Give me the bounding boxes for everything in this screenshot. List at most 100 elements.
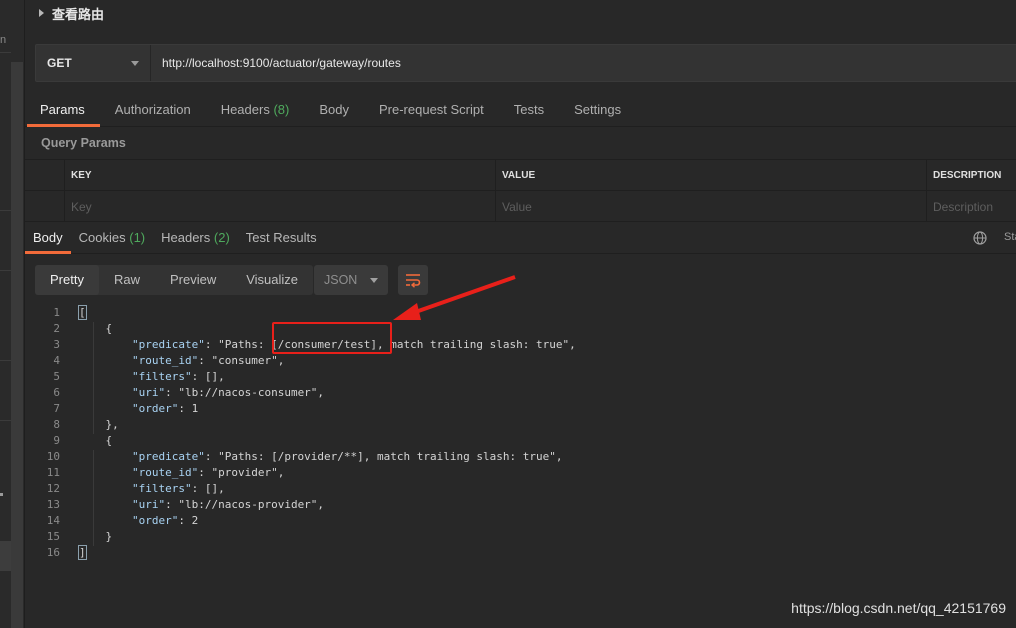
sidebar-divider [0,420,11,421]
code-line: 4 "route_id": "consumer", [25,353,1016,369]
tab-body[interactable]: Body [304,94,364,127]
line-number: 4 [53,354,60,367]
code-text: { [79,322,113,335]
tab-headers[interactable]: Headers (8) [206,94,305,127]
view-raw-button[interactable]: Raw [99,265,155,295]
line-number: 2 [53,322,60,335]
sidebar-divider [0,52,11,53]
view-pretty-button[interactable]: Pretty [35,265,99,295]
line-number: 13 [46,498,60,511]
tab-response-headers[interactable]: Headers (2) [153,222,238,254]
method-label: GET [47,56,72,70]
tab-tests[interactable]: Tests [499,94,559,127]
code-line: 12 "filters": [], [25,481,1016,497]
url-input[interactable]: http://localhost:9100/actuator/gateway/r… [151,45,1016,81]
line-number: 10 [46,450,60,463]
code-text: }, [79,418,119,431]
code-text: "predicate": "Paths: [/provider/**], mat… [131,450,563,463]
highlight-box [272,322,392,354]
code-text: "order": 1 [131,402,199,415]
description-input[interactable]: Description [927,191,1016,222]
code-line: 15 } [25,529,1016,545]
code-text: "filters": [], [131,482,225,495]
tab-test-results[interactable]: Test Results [238,222,325,254]
request-name[interactable]: 查看路由 [52,4,104,23]
line-number: 3 [53,338,60,351]
request-title-row: 查看路由 [25,0,1016,26]
code-line: 5 "filters": [], [25,369,1016,385]
code-line: 8 }, [25,417,1016,433]
checkbox-column [25,160,65,191]
value-input[interactable]: Value [496,191,927,222]
code-text: "order": 2 [131,514,199,527]
response-headers-count: (2) [213,230,230,245]
line-number: 16 [46,546,60,559]
format-label: JSON [324,273,358,287]
sidebar-truncated-text: n [0,34,7,46]
query-params-table: KEY VALUE DESCRIPTION Key Value Descript… [25,159,1016,222]
code-line: 11 "route_id": "provider", [25,465,1016,481]
code-text: "route_id": "provider", [131,466,285,479]
tab-cookies[interactable]: Cookies (1) [71,222,153,254]
line-number: 15 [46,530,60,543]
sidebar-selected-item[interactable] [0,541,11,571]
status-label: Sta [1004,231,1016,243]
code-line: 16] [25,545,1016,561]
view-preview-button[interactable]: Preview [155,265,231,295]
tab-settings[interactable]: Settings [559,94,636,127]
code-text: ] [78,545,87,560]
line-number: 9 [53,434,60,447]
column-header-value: VALUE [496,160,927,191]
line-number: 8 [53,418,60,431]
tab-authorization[interactable]: Authorization [100,94,206,127]
code-text: "uri": "lb://nacos-provider", [131,498,325,511]
format-select[interactable]: JSON [314,265,388,295]
annotation-arrow [393,275,516,320]
tab-response-body[interactable]: Body [25,222,71,254]
key-input[interactable]: Key [65,191,496,222]
line-number: 7 [53,402,60,415]
line-number: 12 [46,482,60,495]
tab-pre-request-script[interactable]: Pre-request Script [364,94,499,127]
row-checkbox[interactable] [25,191,65,222]
line-number: 11 [46,466,60,479]
code-line: 6 "uri": "lb://nacos-consumer", [25,385,1016,401]
request-bar: GET http://localhost:9100/actuator/gatew… [35,44,1016,82]
column-header-description: DESCRIPTION [933,170,1002,181]
expand-caret-icon[interactable] [39,9,44,17]
sidebar-divider [0,360,11,361]
headers-count: (8) [273,102,290,117]
sidebar-scrollbar[interactable] [11,62,23,628]
response-body-editor[interactable]: 1 [2 {3 "predicate": "Paths: [/consumer/t… [25,305,1016,561]
view-visualize-button[interactable]: Visualize [231,265,313,295]
line-number: 5 [53,370,60,383]
response-tabs: Body Cookies (1) Headers (2) Test Result… [25,222,1016,254]
column-header-key: KEY [65,160,496,191]
method-select[interactable]: GET [36,45,151,81]
code-line: 13 "uri": "lb://nacos-provider", [25,497,1016,513]
code-text: "filters": [], [131,370,225,383]
request-tabs: Params Authorization Headers (8) Body Pr… [25,94,1016,127]
sidebar-dot [0,493,3,496]
code-line: 10 "predicate": "Paths: [/provider/**], … [25,449,1016,465]
sidebar-divider [0,210,11,211]
tab-params[interactable]: Params [25,94,100,127]
line-number: 1 [53,306,60,319]
code-text: "uri": "lb://nacos-consumer", [131,386,325,399]
code-line: 3 "predicate": "Paths: [/consumer/test],… [25,337,1016,353]
query-params-title: Query Params [41,136,126,150]
code-line: 9 { [25,433,1016,449]
globe-icon[interactable] [973,231,987,245]
sidebar-divider [0,270,11,271]
line-number: 6 [53,386,60,399]
table-header-row: KEY VALUE DESCRIPTION [25,160,1016,191]
code-line: 7 "order": 1 [25,401,1016,417]
code-text: } [79,530,113,543]
chevron-down-icon [370,277,378,283]
request-workspace: 查看路由 GET http://localhost:9100/actuator/… [25,0,1016,628]
collections-sidebar: n [0,0,25,628]
table-row: Key Value Description [25,191,1016,222]
code-text: "route_id": "consumer", [131,354,285,367]
code-text: { [79,434,113,447]
chevron-down-icon [131,60,139,66]
